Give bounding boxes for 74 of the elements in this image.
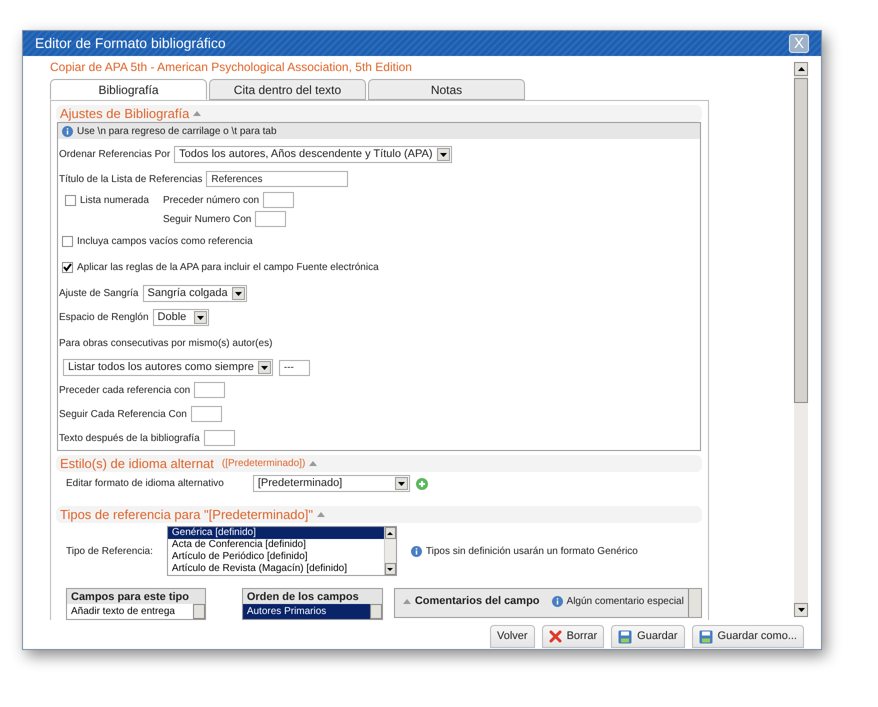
input-field[interactable] (204, 430, 235, 446)
input-field[interactable]: --- (278, 360, 310, 376)
subtitle: Copiar de APA 5th - American Psychological Association, 5th Edition (50, 59, 413, 76)
field-label: Ajuste de Sangría (59, 287, 138, 301)
section-title: Ajustes de Bibliografía (60, 104, 190, 123)
note-text: Algún comentario especial (566, 594, 684, 609)
dialog-button[interactable]: Guardar (611, 625, 685, 648)
field-label: Espacio de Renglón (59, 311, 149, 325)
checkbox[interactable] (65, 195, 76, 206)
collapse-caret-icon[interactable] (309, 461, 318, 466)
tab[interactable]: Cita dentro del texto (209, 79, 366, 100)
field-label: Ordenar Referencias Por (59, 148, 170, 162)
input-field[interactable] (194, 382, 226, 398)
input-field[interactable] (263, 192, 294, 208)
collapse-caret-icon[interactable] (317, 512, 325, 517)
scroll-down-arrow-icon[interactable] (387, 568, 394, 570)
scrollbar[interactable] (384, 527, 396, 575)
dialog-button[interactable]: Borrar (542, 625, 604, 648)
scrollbar-thumb[interactable] (794, 78, 808, 403)
dropdown-select[interactable]: Todos los autores, Años descendente y Título (APA) (174, 146, 452, 163)
dialog-button[interactable]: Volver (490, 625, 535, 648)
field-label: Texto después de la bibliografía (59, 432, 200, 446)
collapse-caret-icon[interactable] (402, 598, 411, 604)
scrollbar[interactable] (192, 604, 205, 619)
dropdown-select[interactable]: Doble (152, 309, 209, 326)
input-field[interactable]: References (206, 171, 348, 187)
checkbox[interactable] (62, 236, 73, 247)
scroll-up-arrow-icon[interactable] (387, 532, 394, 534)
scrollbar[interactable] (370, 604, 382, 619)
field-label: Incluya campos vacíos como referencia (77, 235, 253, 249)
scrollbar[interactable] (794, 62, 808, 617)
scroll-down-arrow-icon[interactable] (798, 608, 804, 612)
dropdown-select[interactable]: [Predeterminado] (252, 475, 410, 492)
list-item[interactable]: Acta de Conferencia [definido] (168, 539, 384, 551)
info-icon (62, 126, 73, 136)
info-icon (410, 546, 422, 556)
input-field[interactable] (255, 211, 286, 227)
panel-title: Comentarios del campo (414, 594, 540, 609)
field-label: Editar formato de idioma alternativo (66, 477, 224, 491)
tab[interactable]: Bibliografía (50, 79, 207, 100)
list-item[interactable]: Artículo de Revista (Magacín) [definido] (168, 563, 384, 575)
section-tag: ([Predeterminado]) (222, 456, 306, 471)
window-title: Editor de Formato bibliográfico (35, 34, 226, 53)
list-item[interactable]: Autores Primarios (242, 604, 370, 619)
collapse-caret-icon[interactable] (193, 111, 202, 116)
field-label: Seguir Numero Con (162, 212, 252, 226)
tab[interactable]: Notas (368, 79, 525, 100)
info-icon (552, 596, 563, 607)
field-label: Preceder número con (162, 194, 260, 208)
list-item[interactable]: Artículo de Periódico [definido] (168, 551, 384, 563)
field-label: Tipo de Referencia: (66, 544, 153, 558)
field-label: Lista numerada (80, 194, 149, 208)
note-text: Tipos sin definición usarán un formato Genérico (426, 544, 638, 558)
dialog-button[interactable]: Guardar como... (692, 625, 804, 648)
dropdown-select[interactable]: Sangría colgada (142, 285, 247, 302)
section-title: Tipos de referencia para "[Predeterminado]" (60, 506, 313, 524)
section-title: Estilo(s) de idioma alternat (60, 454, 214, 473)
panel-title: Campos para este tipo (67, 589, 205, 604)
dropdown-select[interactable]: Listar todos los autores como siempre (63, 359, 273, 376)
scrollbar[interactable] (688, 589, 701, 617)
panel-title: Orden de los campos (242, 589, 382, 604)
cross-icon (548, 630, 562, 643)
field-label: Título de la Lista de Referencias (59, 172, 202, 186)
field-label: Para obras consecutivas por mismo(s) autor(es) (59, 338, 272, 349)
add-icon[interactable] (416, 478, 428, 490)
checkbox[interactable] (62, 262, 73, 273)
field-label: Preceder cada referencia con (59, 384, 190, 398)
hint-text: Use \n para regreso de carrilage o \t para tab (77, 124, 277, 138)
field-label: Seguir Cada Referencia Con (59, 408, 187, 422)
field-label: Aplicar las reglas de la APA para incluir el campo Fuente electrónica (77, 261, 379, 275)
input-field[interactable] (190, 406, 222, 422)
list-item[interactable]: Añadir texto de entrega (67, 604, 193, 619)
list-item[interactable]: Genérica [definido] (168, 527, 384, 539)
scroll-up-arrow-icon[interactable] (798, 67, 804, 71)
